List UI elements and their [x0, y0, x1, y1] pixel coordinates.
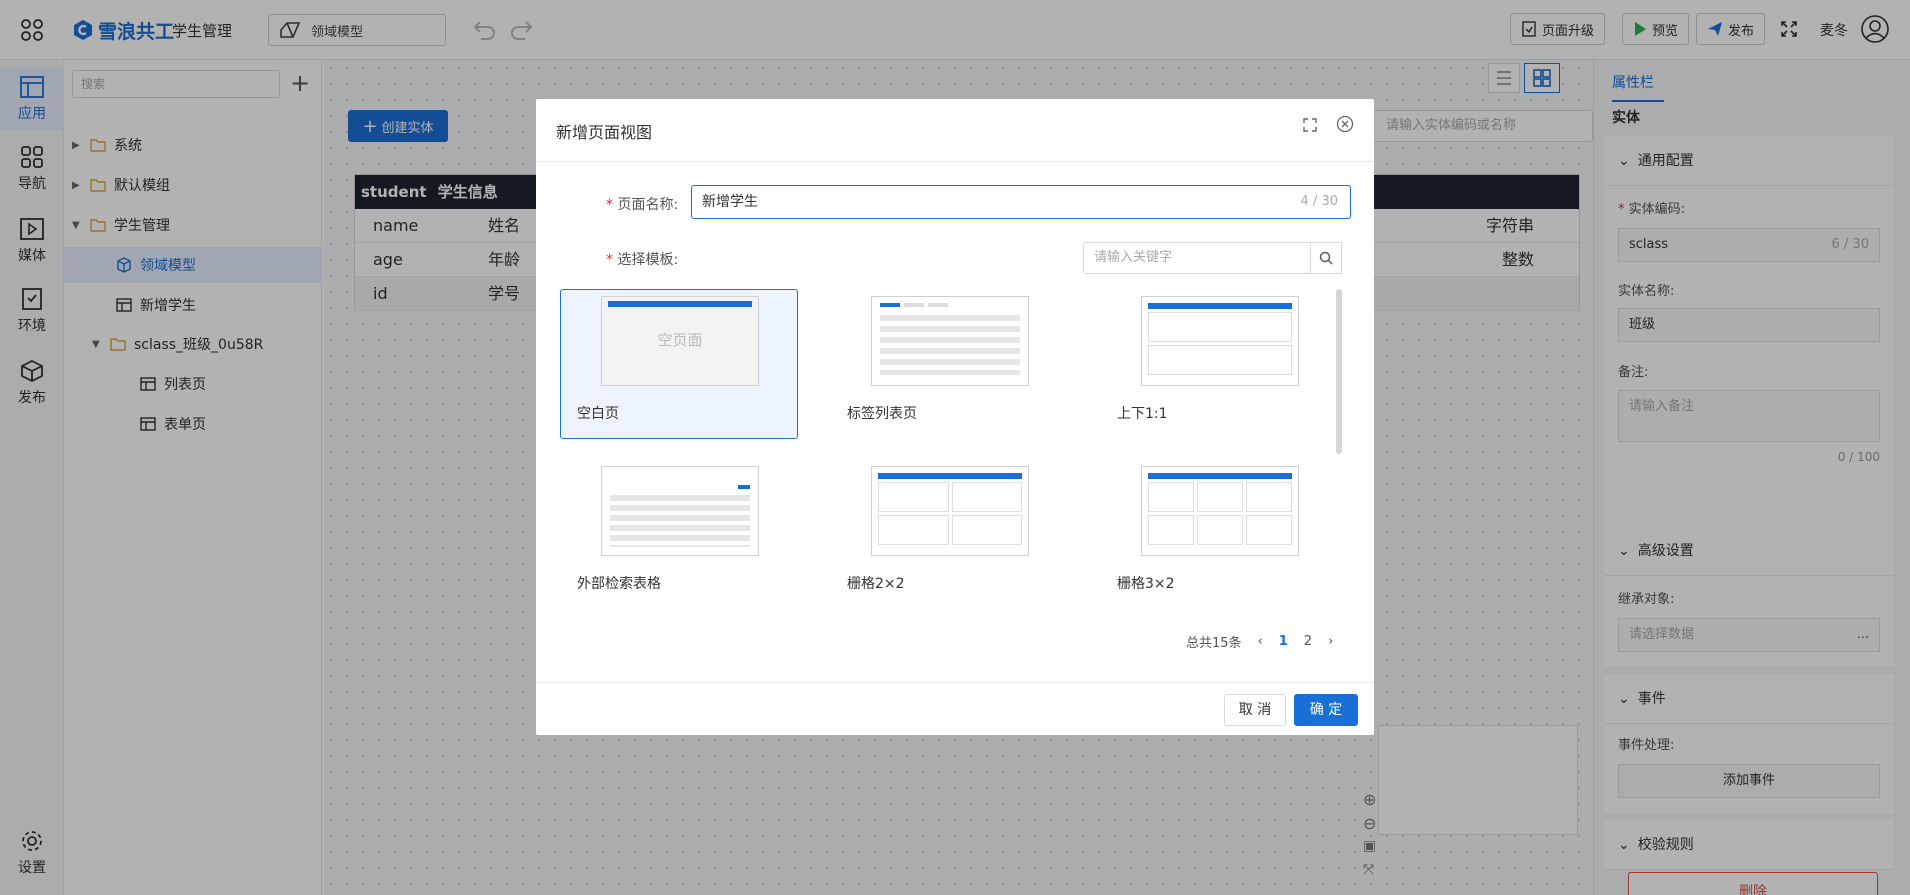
template-card-grid-2x2[interactable]: 栅格2×2 — [830, 459, 1068, 609]
search-icon[interactable] — [1310, 242, 1342, 274]
close-icon[interactable] — [1336, 115, 1354, 137]
next-page-icon[interactable]: › — [1328, 634, 1333, 649]
page-name-label: * 页面名称: — [606, 197, 679, 213]
page-2[interactable]: 2 — [1304, 634, 1312, 649]
template-thumbnail: 空页面 — [601, 296, 759, 386]
confirm-button[interactable]: 确 定 — [1294, 694, 1358, 726]
prev-page-icon[interactable]: ‹ — [1258, 634, 1263, 649]
template-thumbnail — [1141, 466, 1299, 556]
template-name: 栅格3×2 — [1117, 576, 1175, 592]
template-name: 栅格2×2 — [847, 576, 905, 592]
page-name-input[interactable]: 新增学生 4 / 30 — [691, 185, 1351, 219]
template-name: 外部检索表格 — [577, 576, 661, 592]
page-1[interactable]: 1 — [1279, 634, 1288, 649]
empty-page-thumb-text: 空页面 — [657, 331, 703, 349]
template-card-external-search[interactable]: 外部检索表格 — [560, 459, 798, 609]
template-thumbnail — [871, 296, 1029, 386]
new-page-view-dialog: 新增页面视图 * 页面名称: 新增学生 4 / 30 * 选择模板: 请输入关键… — [536, 99, 1374, 735]
maximize-icon[interactable] — [1302, 117, 1318, 137]
keyword-search-input[interactable]: 请输入关键字 — [1083, 242, 1311, 274]
template-name: 标签列表页 — [847, 406, 917, 422]
template-thumbnail — [1141, 296, 1299, 386]
template-thumbnail — [601, 466, 759, 556]
template-label: * 选择模板: — [606, 252, 679, 268]
page-name-value: 新增学生 — [702, 194, 758, 210]
template-card-blank[interactable]: 空页面 空白页 — [560, 289, 798, 439]
pager-total: 总共15条 — [1186, 636, 1242, 651]
divider — [536, 682, 1374, 683]
template-name: 上下1:1 — [1117, 406, 1168, 422]
template-scrollbar[interactable] — [1336, 289, 1342, 454]
dialog-title: 新增页面视图 — [556, 123, 653, 142]
page-name-count: 4 / 30 — [1300, 194, 1338, 209]
template-card-tab-list[interactable]: 标签列表页 — [830, 289, 1068, 439]
cancel-button[interactable]: 取 消 — [1224, 694, 1286, 726]
template-card-grid-3x2[interactable]: 栅格3×2 — [1100, 459, 1338, 609]
template-thumbnail — [871, 466, 1029, 556]
template-name: 空白页 — [577, 406, 619, 422]
pagination: 总共15条 ‹ 1 2 › — [1186, 632, 1333, 651]
divider — [536, 161, 1374, 162]
template-card-top-bottom[interactable]: 上下1:1 — [1100, 289, 1338, 439]
